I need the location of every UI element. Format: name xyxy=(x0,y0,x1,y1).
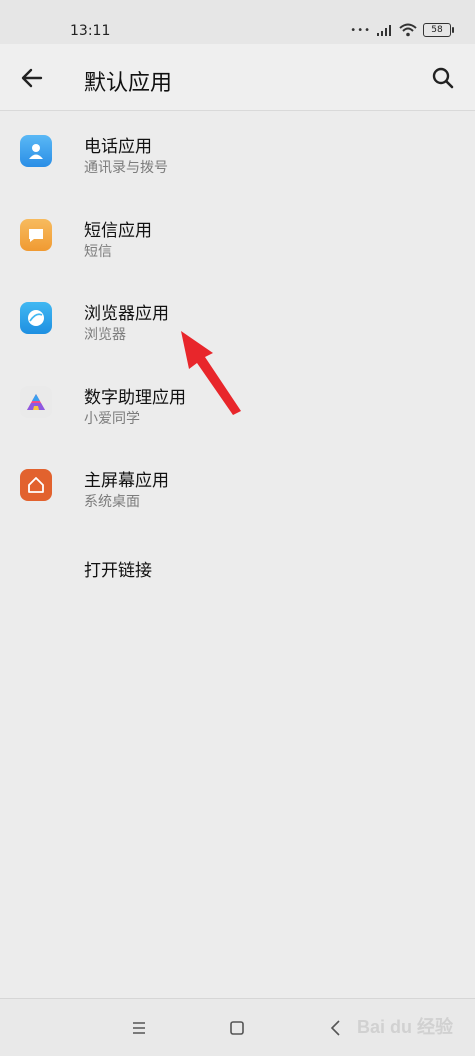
page-title: 默认应用 xyxy=(84,71,173,96)
status-icons: ••• 58 xyxy=(350,23,454,37)
item-title: 短信应用 xyxy=(84,220,152,241)
list-item-phone-app[interactable]: 电话应用 通讯录与拨号 xyxy=(0,110,475,194)
back-icon[interactable] xyxy=(325,1017,347,1039)
wifi-icon xyxy=(399,23,417,37)
assistant-icon xyxy=(20,385,52,418)
item-title: 主屏幕应用 xyxy=(84,471,169,491)
list-item-sms-app[interactable]: 短信应用 短信 xyxy=(0,194,475,278)
red-arrow-annotation xyxy=(181,331,241,415)
watermark: Bai du 经验 xyxy=(356,1017,453,1037)
sms-icon xyxy=(20,218,52,251)
back-arrow-icon[interactable] xyxy=(14,60,50,96)
status-bar: 13:11 ••• 58 xyxy=(0,0,475,44)
menu-icon[interactable] xyxy=(128,1017,150,1039)
item-subtitle: 短信 xyxy=(84,243,112,260)
list-item-home-app[interactable]: 主屏幕应用 系统桌面 xyxy=(0,444,475,528)
status-time: 13:11 xyxy=(70,23,111,39)
item-title: 数字助理应用 xyxy=(84,387,186,408)
home-icon[interactable] xyxy=(226,1017,248,1039)
item-subtitle: 浏览器 xyxy=(84,327,126,343)
item-title: 电话应用 xyxy=(84,137,152,157)
list-item-open-links[interactable]: 打开链接 xyxy=(0,528,475,612)
item-subtitle: 小爱同学 xyxy=(84,410,140,427)
navigation-bar: Bai du 经验 xyxy=(0,998,475,1056)
notification-dots-icon: ••• xyxy=(350,24,371,36)
phone-contacts-icon xyxy=(20,135,52,167)
item-subtitle: 系统桌面 xyxy=(84,494,140,510)
search-icon[interactable] xyxy=(425,60,461,96)
browser-icon xyxy=(20,302,52,334)
item-title: 打开链接 xyxy=(84,560,152,581)
signal-icon xyxy=(377,25,391,36)
item-subtitle: 通讯录与拨号 xyxy=(84,160,168,176)
app-bar: 默认应用 xyxy=(0,44,475,111)
item-title: 浏览器应用 xyxy=(84,304,169,324)
home-launcher-icon xyxy=(20,469,52,501)
battery-icon: 58 xyxy=(423,23,454,37)
